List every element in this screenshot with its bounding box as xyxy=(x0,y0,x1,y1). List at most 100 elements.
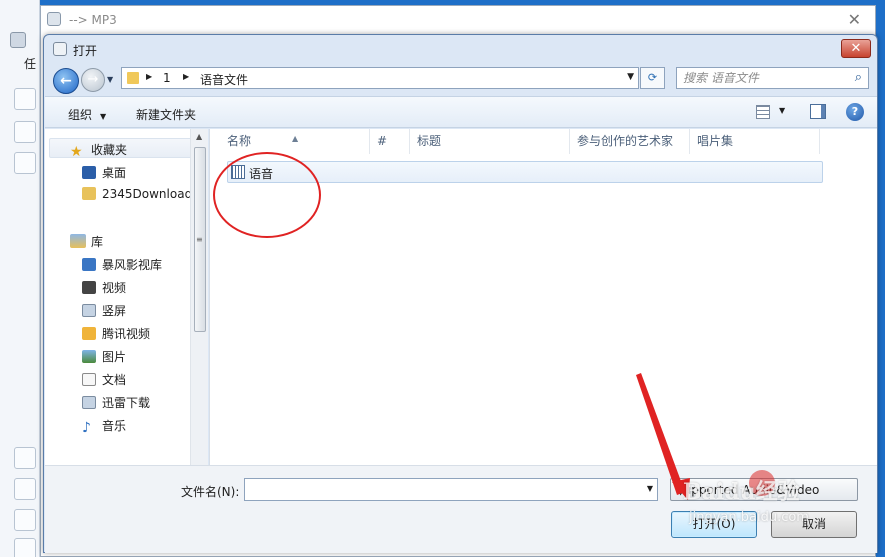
scroll-up-icon[interactable]: ▲ xyxy=(196,132,202,141)
open-file-dialog: 打开 ✕ ← → ▼ ▶ 1 ▶ 语音文件 ▼ ⟳ ⌕ 组织 ▼ 新建文件夹 ▼ … xyxy=(43,34,878,553)
breadcrumb-arrow-icon[interactable]: ▶ xyxy=(183,72,189,81)
refresh-button[interactable]: ⟳ xyxy=(640,67,665,89)
view-options-dropdown-icon[interactable]: ▼ xyxy=(779,106,785,115)
breadcrumb-segment[interactable]: 语音文件 xyxy=(200,71,248,88)
music-note-icon: ♪ xyxy=(82,420,91,436)
nav-item-label: 图片 xyxy=(102,350,127,364)
history-dropdown-icon[interactable]: ▼ xyxy=(107,75,113,84)
drive-tool-icon[interactable] xyxy=(14,509,36,531)
nav-item-documents[interactable]: 文档 xyxy=(82,371,126,389)
nav-libraries-label: 库 xyxy=(91,235,104,249)
change-view-icon[interactable] xyxy=(756,105,770,119)
chevron-down-icon: ▼ xyxy=(100,112,107,121)
file-type-select[interactable]: Supported Audio&Video ▼ xyxy=(670,478,858,501)
tencent-video-icon xyxy=(82,327,96,340)
nav-item-label: 腾讯视频 xyxy=(102,327,151,341)
file-row[interactable]: 语音 xyxy=(227,161,823,183)
search-icon[interactable]: ⌕ xyxy=(855,70,862,85)
nav-favorites[interactable]: ★ 收藏夹 xyxy=(70,141,128,160)
nav-item-label: 竖屏 xyxy=(102,304,127,318)
forward-arrow-icon: → xyxy=(87,72,99,87)
nav-item-music[interactable]: ♪ 音乐 xyxy=(82,417,127,436)
dialog-title: 打开 xyxy=(73,44,98,58)
background-close-button[interactable]: ✕ xyxy=(848,10,861,29)
filename-label: 文件名(N): xyxy=(181,485,240,499)
dialog-close-button[interactable]: ✕ xyxy=(841,39,871,58)
command-toolbar: 组织 ▼ 新建文件夹 ▼ ? xyxy=(45,96,877,128)
nav-item-baofeng-library[interactable]: 暴风影视库 xyxy=(82,256,162,274)
nav-item-label: 音乐 xyxy=(102,419,127,433)
star-icon: ★ xyxy=(70,144,83,160)
help-icon[interactable]: ? xyxy=(846,103,864,121)
background-app-label: 任 xyxy=(24,57,37,71)
nav-item-label: 文档 xyxy=(102,373,127,387)
address-bar[interactable]: ▶ 1 ▶ 语音文件 ▼ xyxy=(121,67,639,89)
file-name: 语音 xyxy=(249,167,274,181)
scroll-grip-icon: ≡ xyxy=(196,235,203,244)
nav-item-desktop[interactable]: 桌面 xyxy=(82,164,126,182)
library-folder-icon xyxy=(82,304,96,317)
column-header-name[interactable]: 名称 ▲ xyxy=(210,129,370,154)
folder-icon xyxy=(82,187,96,200)
audio-folder-icon xyxy=(231,165,245,179)
nav-item-label: 暴风影视库 xyxy=(102,258,163,272)
dialog-app-icon xyxy=(53,42,67,56)
filename-dropdown-icon[interactable]: ▼ xyxy=(647,484,653,493)
nav-item-vertical-screen[interactable]: 竖屏 xyxy=(82,302,126,320)
library-icon xyxy=(70,234,86,248)
nav-favorites-label: 收藏夹 xyxy=(91,143,128,157)
chevron-down-icon: ▼ xyxy=(676,483,686,497)
background-app-sidebar: 任 xyxy=(0,0,40,557)
video-tool-icon[interactable] xyxy=(14,121,36,143)
address-dropdown-icon[interactable]: ▼ xyxy=(627,72,634,82)
file-list: 名称 ▲ # 标题 参与创作的艺术家 唱片集 语音 xyxy=(209,129,877,465)
organize-label: 组织 xyxy=(68,108,93,122)
dialog-titlebar: 打开 ✕ xyxy=(44,35,877,63)
app-icon xyxy=(47,12,61,26)
background-window-titlebar: --> MP3 ✕ xyxy=(41,6,875,34)
film-reel-tool-icon[interactable] xyxy=(14,538,36,557)
image-tool-icon[interactable] xyxy=(14,447,36,469)
folder-tool-icon[interactable] xyxy=(14,88,36,110)
nav-item-label: 2345Downloads xyxy=(102,187,199,201)
preview-pane-icon[interactable] xyxy=(810,104,826,119)
nav-item-label: 迅雷下载 xyxy=(102,396,151,410)
nav-item-pictures[interactable]: 图片 xyxy=(82,348,126,366)
nav-item-label: 桌面 xyxy=(102,166,127,180)
back-button[interactable]: ← xyxy=(53,68,79,94)
document-tool-icon[interactable] xyxy=(14,478,36,500)
column-header-artist[interactable]: 参与创作的艺术家 xyxy=(570,129,690,154)
refresh-icon: ⟳ xyxy=(647,71,658,84)
column-header-album[interactable]: 唱片集 xyxy=(690,129,820,154)
library-folder-icon xyxy=(82,396,96,409)
back-arrow-icon: ← xyxy=(60,73,72,89)
nav-item-videos[interactable]: 视频 xyxy=(82,279,126,297)
nav-libraries[interactable]: 库 xyxy=(70,233,103,250)
search-box[interactable]: ⌕ xyxy=(676,67,869,89)
breadcrumb-arrow-icon[interactable]: ▶ xyxy=(146,72,152,81)
forward-button[interactable]: → xyxy=(81,68,105,92)
column-header-title[interactable]: 标题 xyxy=(410,129,570,154)
app-icon xyxy=(10,32,26,48)
picture-icon xyxy=(82,350,96,363)
filename-input[interactable] xyxy=(249,482,629,496)
video-library-icon xyxy=(82,258,96,271)
sort-ascending-icon: ▲ xyxy=(292,134,299,143)
nav-item-2345downloads[interactable]: 2345Downloads xyxy=(82,187,198,205)
folder-icon xyxy=(127,72,139,84)
search-input[interactable] xyxy=(683,71,843,85)
new-folder-button[interactable]: 新建文件夹 xyxy=(136,106,196,123)
music-tool-icon[interactable] xyxy=(14,152,36,174)
film-icon xyxy=(82,281,96,294)
filename-combobox[interactable]: ▼ xyxy=(244,478,658,501)
organize-menu[interactable]: 组织 ▼ xyxy=(68,106,106,123)
nav-item-xunlei-downloads[interactable]: 迅雷下载 xyxy=(82,394,150,412)
nav-item-tencent-video[interactable]: 腾讯视频 xyxy=(82,325,150,343)
cancel-button[interactable]: 取消 xyxy=(771,511,857,538)
document-icon xyxy=(82,373,96,386)
open-button[interactable]: 打开(O) xyxy=(671,511,757,538)
dialog-footer: 文件名(N): ▼ Supported Audio&Video ▼ 打开(O) … xyxy=(45,465,877,553)
column-header-track[interactable]: # xyxy=(370,129,410,154)
nav-scrollbar[interactable]: ▲ ≡ xyxy=(190,129,208,465)
breadcrumb-segment[interactable]: 1 xyxy=(163,71,171,85)
